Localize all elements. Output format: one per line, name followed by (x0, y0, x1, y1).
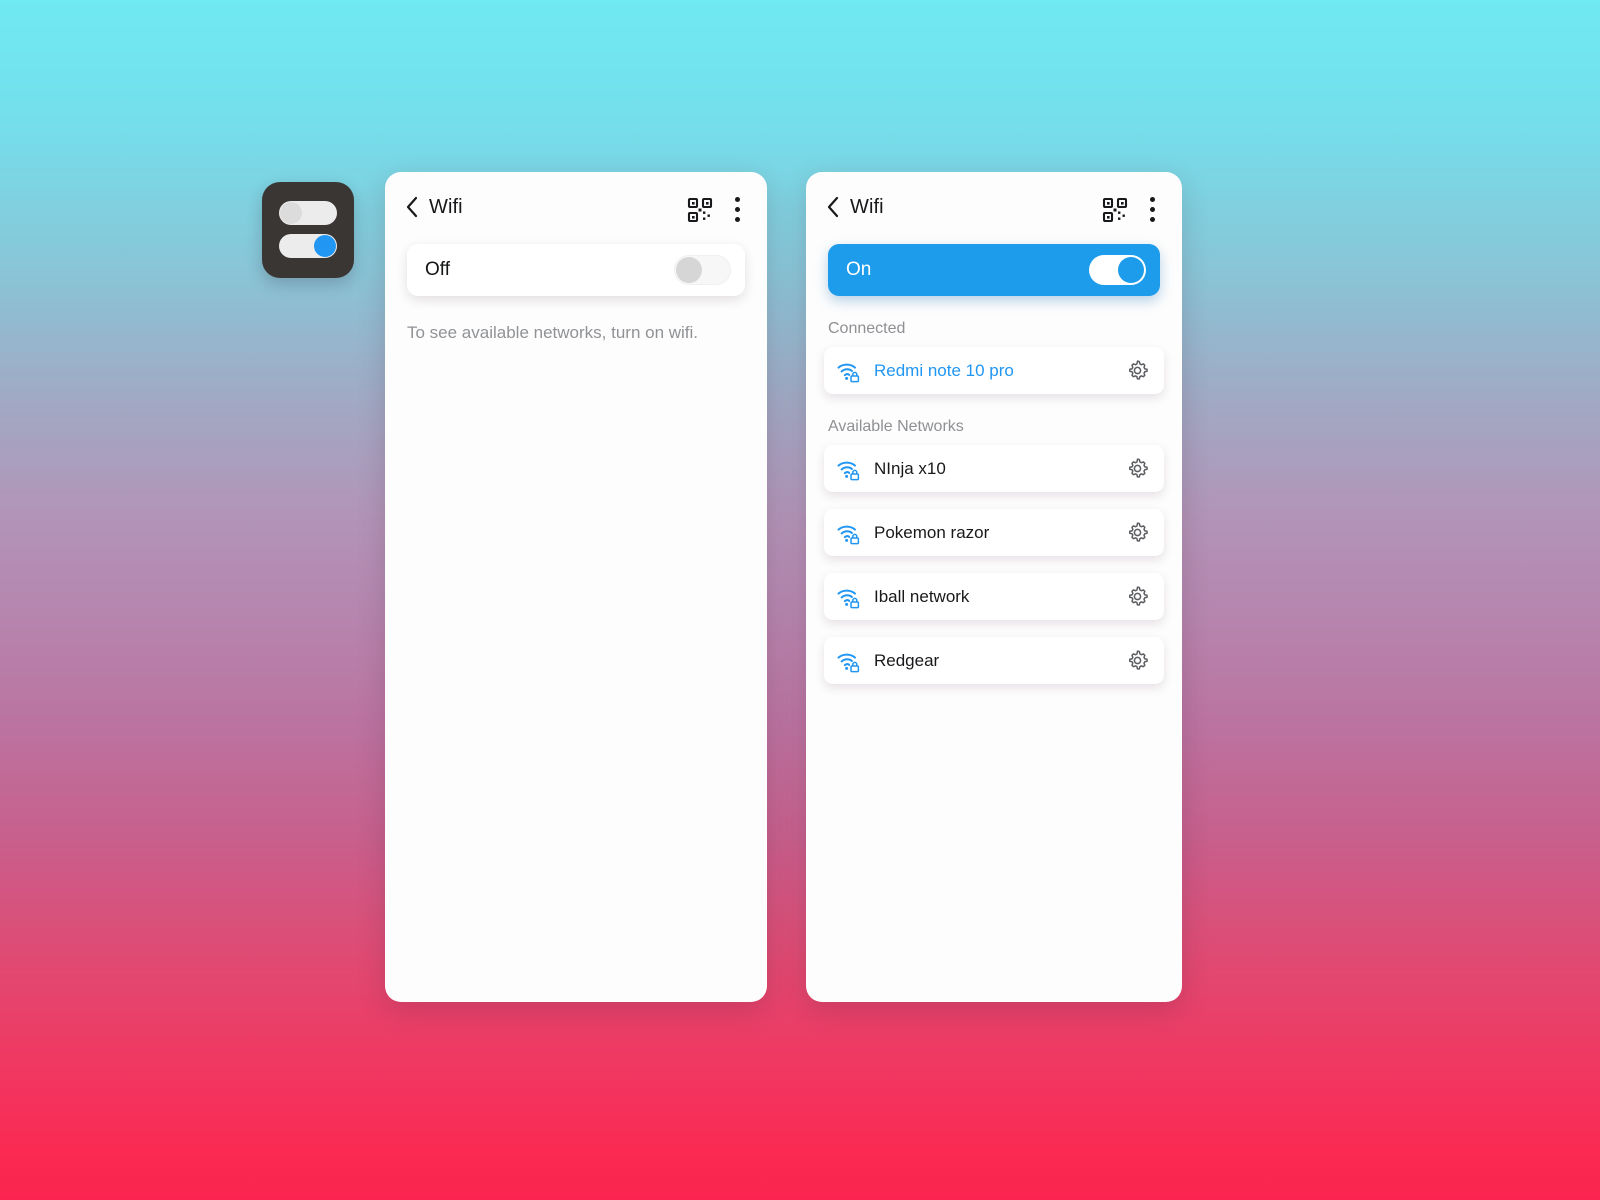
gear-icon[interactable] (1125, 456, 1150, 481)
network-name: Redmi note 10 pro (874, 360, 1014, 380)
empty-state-hint: To see available networks, turn on wifi. (407, 323, 699, 342)
chevron-left-icon[interactable] (826, 196, 840, 218)
network-name: Redgear (874, 650, 940, 670)
page-title: Wifi (850, 196, 884, 218)
network-name: NInja x10 (874, 458, 946, 478)
app-icon-switch-on-knob (314, 235, 336, 257)
header-bar-right: Wifi (806, 172, 1182, 244)
wifi-toggle-off[interactable] (674, 255, 731, 285)
wifi-off-screen: Wifi Off To see available networks, turn… (385, 172, 767, 1002)
page-title: Wifi (429, 196, 463, 218)
overflow-menu-icon[interactable] (1150, 197, 1155, 223)
wifi-lock-icon (836, 649, 862, 673)
overflow-dot (1150, 207, 1155, 212)
qr-code-icon[interactable] (1102, 197, 1128, 223)
overflow-menu-icon[interactable] (735, 197, 740, 223)
list-item[interactable]: Iball network (824, 573, 1164, 620)
overflow-dot (1150, 197, 1155, 202)
section-label-connected: Connected (828, 320, 906, 337)
wifi-toggle-knob (1118, 257, 1144, 283)
wifi-master-switch-label: On (846, 259, 872, 280)
gear-icon[interactable] (1125, 648, 1150, 673)
wifi-lock-icon (836, 457, 862, 481)
header-bar-left: Wifi (385, 172, 767, 244)
gear-icon[interactable] (1125, 358, 1150, 383)
wifi-lock-icon (836, 521, 862, 545)
app-icon-switch-off-knob (280, 202, 302, 224)
list-item[interactable]: Redmi note 10 pro (824, 347, 1164, 394)
chevron-left-icon[interactable] (405, 196, 419, 218)
overflow-dot (735, 207, 740, 212)
wifi-lock-icon (836, 585, 862, 609)
wifi-master-switch-row-off[interactable]: Off (407, 244, 745, 296)
screenshot-canvas: Wifi Off To see available networks, turn… (0, 0, 1600, 1200)
wifi-settings-app-icon[interactable] (262, 182, 354, 278)
wifi-master-switch-row-on[interactable]: On (828, 244, 1160, 296)
list-item[interactable]: NInja x10 (824, 445, 1164, 492)
app-icon-switch-off (279, 201, 337, 225)
gear-icon[interactable] (1125, 584, 1150, 609)
wifi-master-switch-label: Off (425, 259, 450, 280)
wifi-toggle-knob (676, 257, 702, 283)
section-label-available: Available Networks (828, 418, 964, 435)
list-item[interactable]: Redgear (824, 637, 1164, 684)
wifi-toggle-on[interactable] (1089, 255, 1146, 285)
wifi-on-screen: Wifi On Connected Redmi note 10 pro Avai… (806, 172, 1182, 1002)
available-network-list: NInja x10 Pokemon razor Iball network Re… (824, 445, 1164, 684)
list-item[interactable]: Pokemon razor (824, 509, 1164, 556)
overflow-dot (1150, 217, 1155, 222)
wifi-lock-icon (836, 359, 862, 383)
connected-network-list: Redmi note 10 pro (824, 347, 1164, 394)
overflow-dot (735, 197, 740, 202)
gear-icon[interactable] (1125, 520, 1150, 545)
network-name: Iball network (874, 586, 970, 606)
overflow-dot (735, 217, 740, 222)
qr-code-icon[interactable] (687, 197, 713, 223)
network-name: Pokemon razor (874, 522, 990, 542)
app-icon-switch-on (279, 234, 337, 258)
